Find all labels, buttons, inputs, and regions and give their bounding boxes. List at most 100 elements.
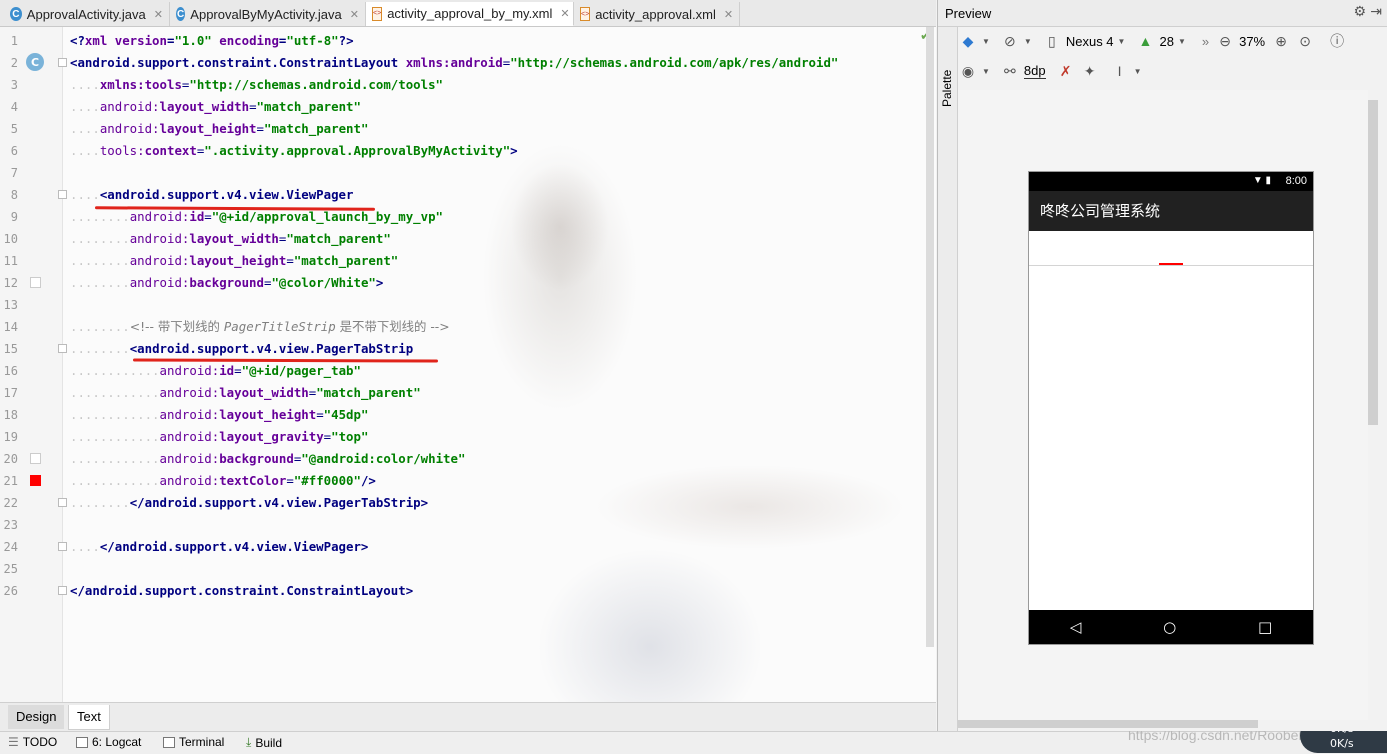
code-line[interactable]: 26 </android.support.constraint.Constrain… xyxy=(0,580,936,602)
overflow-icon[interactable]: » xyxy=(1202,34,1209,49)
autoconnect-icon[interactable]: ⚯ xyxy=(1000,61,1020,81)
tab-text[interactable]: Text xyxy=(68,705,110,730)
color-swatch-white[interactable] xyxy=(30,453,41,464)
color-swatch-red[interactable] xyxy=(30,475,41,486)
home-icon[interactable]: ○ xyxy=(1163,618,1176,636)
orientation-icon[interactable]: ⊘ xyxy=(1000,31,1020,51)
code-line[interactable]: 18 ............android:layout_height="45d… xyxy=(0,404,936,426)
tab-label: activity_approval.xml xyxy=(595,6,716,22)
fold-marker-icon[interactable] xyxy=(58,344,67,353)
code-line[interactable]: 10 ........android:layout_width="match_pa… xyxy=(0,228,936,250)
code-text: ........<!-- 带下划线的 PagerTitleStrip 是不带下划… xyxy=(70,319,450,334)
code-line[interactable]: 13 xyxy=(0,294,936,316)
status-bar: ▼ ▮ 8:00 xyxy=(1029,172,1313,191)
tab-approval-activity[interactable]: C ApprovalActivity.java ✕ xyxy=(4,2,170,26)
zoom-fit-icon[interactable]: ⊙ xyxy=(1295,31,1315,51)
code-text: ....tools:context=".activity.approval.Ap… xyxy=(70,143,518,158)
code-text: ............android:textColor="#ff0000"/… xyxy=(70,473,376,488)
device-preview[interactable]: ▼ ▮ 8:00 咚咚公司管理系统 ◁ ○ □ xyxy=(1028,171,1314,645)
guidelines-icon[interactable]: I xyxy=(1110,61,1130,81)
eye-icon[interactable]: ◉ xyxy=(958,61,978,81)
code-line[interactable]: 16 ............android:id="@+id/pager_tab… xyxy=(0,360,936,382)
code-line[interactable]: 14 ........<!-- 带下划线的 PagerTitleStrip 是不带… xyxy=(0,316,936,338)
line-number: 4 xyxy=(10,100,18,114)
code-line[interactable]: 2 <android.support.constraint.ConstraintL… xyxy=(0,52,936,74)
fold-marker-icon[interactable] xyxy=(58,190,67,199)
fold-marker-icon[interactable] xyxy=(58,58,67,67)
code-text: ........android:background="@color/White… xyxy=(70,275,384,290)
close-icon[interactable]: ✕ xyxy=(154,8,163,21)
tab-approval-by-my-activity[interactable]: C ApprovalByMyActivity.java ✕ xyxy=(170,2,366,26)
device-selector[interactable]: Nexus 4 xyxy=(1066,34,1114,49)
back-icon[interactable]: ◁ xyxy=(1070,618,1082,636)
code-line[interactable]: 3 ....xmlns:tools="http://schemas.android… xyxy=(0,74,936,96)
tab-activity-approval-xml[interactable]: <> activity_approval.xml ✕ xyxy=(574,2,740,26)
code-line[interactable]: 4 ....android:layout_width="match_parent" xyxy=(0,96,936,118)
line-number: 6 xyxy=(10,144,18,158)
code-line[interactable]: 6 ....tools:context=".activity.approval.A… xyxy=(0,140,936,162)
logcat-button[interactable]: 6: Logcat xyxy=(76,735,141,749)
code-line[interactable]: 1 <?xml version="1.0" encoding="utf-8"?> xyxy=(0,30,936,52)
android-icon: ▲ xyxy=(1138,33,1153,49)
code-text: <?xml version="1.0" encoding="utf-8"?> xyxy=(70,33,354,48)
code-text: ............android:layout_height="45dp" xyxy=(70,407,369,422)
zoom-out-icon[interactable]: ⊖ xyxy=(1215,31,1235,51)
code-line[interactable]: 17 ............android:layout_width="matc… xyxy=(0,382,936,404)
wifi-battery-icon: ▼ ▮ xyxy=(1252,175,1271,186)
line-number: 15 xyxy=(3,342,18,356)
preview-toolbar-1: ◆ ▼ ⊘ ▼ ▯ Nexus 4 ▼ ▲ 28 ▼ » ⊖ 37% ⊕ ⊙ ⓘ xyxy=(958,27,1387,55)
code-line[interactable]: 8 ....<android.support.v4.view.ViewPager xyxy=(0,184,936,206)
warning-icon[interactable]: ⓘ xyxy=(1327,31,1347,51)
api-selector[interactable]: 28 xyxy=(1159,34,1173,49)
layers-icon[interactable]: ◆ xyxy=(958,31,978,51)
code-line[interactable]: 19 ............android:layout_gravity="to… xyxy=(0,426,936,448)
line-number: 2 xyxy=(10,56,18,70)
clear-constraints-icon[interactable]: ✗ xyxy=(1056,61,1076,81)
hide-panel-icon[interactable]: ⇥ xyxy=(1370,4,1382,20)
palette-strip[interactable]: Palette xyxy=(938,27,958,731)
palette-label[interactable]: Palette xyxy=(940,70,954,107)
fold-marker-icon[interactable] xyxy=(58,498,67,507)
line-number: 12 xyxy=(3,276,18,290)
build-button[interactable]: ⤓ Build xyxy=(246,735,282,750)
recents-icon[interactable]: □ xyxy=(1258,618,1272,636)
device-icon[interactable]: ▯ xyxy=(1042,31,1062,51)
xml-file-icon: <> xyxy=(580,7,591,21)
code-line[interactable]: 12 ........android:background="@color/Whi… xyxy=(0,272,936,294)
code-line[interactable]: 11 ........android:layout_height="match_p… xyxy=(0,250,936,272)
tab-design[interactable]: Design xyxy=(8,705,65,729)
terminal-button[interactable]: Terminal xyxy=(163,735,224,749)
preview-vertical-scrollbar[interactable] xyxy=(1368,100,1378,425)
code-line[interactable]: 5 ....android:layout_height="match_parent… xyxy=(0,118,936,140)
tab-activity-approval-by-my-xml[interactable]: <> activity_approval_by_my.xml ✕ xyxy=(366,2,574,26)
code-editor[interactable]: ✔ 1<?xml version="1.0" encoding="utf-8"?… xyxy=(0,27,936,702)
code-text: ....</android.support.v4.view.ViewPager> xyxy=(70,539,369,554)
close-icon[interactable]: ✕ xyxy=(350,8,359,21)
code-line[interactable]: 21 ............android:textColor="#ff0000… xyxy=(0,470,936,492)
close-icon[interactable]: ✕ xyxy=(724,8,733,21)
zoom-in-icon[interactable]: ⊕ xyxy=(1271,31,1291,51)
code-line[interactable]: 25 xyxy=(0,558,936,580)
line-number: 13 xyxy=(3,298,18,312)
code-line[interactable]: 23 xyxy=(0,514,936,536)
code-line[interactable]: 20 ............android:background="@andro… xyxy=(0,448,936,470)
line-number: 3 xyxy=(10,78,18,92)
line-number: 7 xyxy=(10,166,18,180)
settings-gear-icon[interactable]: ⚙ xyxy=(1353,4,1366,20)
pager-tab-strip[interactable] xyxy=(1029,231,1313,266)
preview-horizontal-scrollbar[interactable] xyxy=(958,720,1258,728)
code-line[interactable]: 22 ........</android.support.v4.view.Page… xyxy=(0,492,936,514)
fold-marker-icon[interactable] xyxy=(58,586,67,595)
code-line[interactable]: 7 xyxy=(0,162,936,184)
line-number: 23 xyxy=(3,518,18,532)
todo-button[interactable]: ☰ TODO xyxy=(8,735,57,749)
code-line[interactable]: 15 ........<android.support.v4.view.Pager… xyxy=(0,338,936,360)
fold-marker-icon[interactable] xyxy=(58,542,67,551)
code-text: ....android:layout_width="match_parent" xyxy=(70,99,361,114)
close-icon[interactable]: ✕ xyxy=(560,7,569,20)
infer-constraints-icon[interactable]: ✦ xyxy=(1080,61,1100,81)
default-margin[interactable]: 8dp xyxy=(1023,63,1046,79)
code-line[interactable]: 24 ....</android.support.v4.view.ViewPage… xyxy=(0,536,936,558)
class-gutter-badge[interactable]: C xyxy=(26,53,44,71)
color-swatch-white[interactable] xyxy=(30,277,41,288)
